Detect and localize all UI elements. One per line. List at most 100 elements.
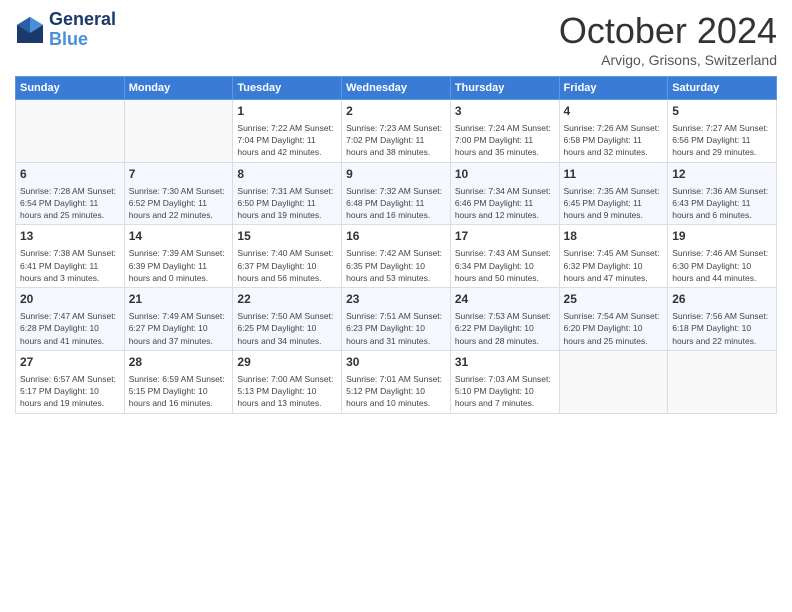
calendar-day-cell: 29 Sunrise: 7:00 AM Sunset: 5:13 PM Dayli… [233,350,342,413]
day-number: 18 [564,228,664,245]
calendar-week-row: 13Sunrise: 7:38 AM Sunset: 6:41 PM Dayli… [16,225,777,288]
calendar-day-cell: 31 Sunrise: 7:03 AM Sunset: 5:10 PM Dayli… [450,350,559,413]
day-detail: Sunrise: 7:23 AM Sunset: 7:02 PM Dayligh… [346,122,446,159]
day-detail: Sunrise: 7:54 AM Sunset: 6:20 PM Dayligh… [564,310,664,347]
logo: General Blue [15,10,116,50]
calendar-day-cell: 17 Sunrise: 7:43 AM Sunset: 6:34 PM Dayli… [450,225,559,288]
day-number: 21 [129,291,229,308]
day-detail: Sunrise: 7:49 AM Sunset: 6:27 PM Dayligh… [129,310,229,347]
weekday-header: Monday [124,77,233,100]
calendar-day-cell: 11 Sunrise: 7:35 AM Sunset: 6:45 PM Dayli… [559,162,668,225]
calendar-day-cell [16,100,125,163]
day-number: 19 [672,228,772,245]
calendar-day-cell: 18 Sunrise: 7:45 AM Sunset: 6:32 PM Dayli… [559,225,668,288]
day-detail: Sunrise: 7:26 AM Sunset: 6:58 PM Dayligh… [564,122,664,159]
day-number: 28 [129,354,229,371]
weekday-header: Wednesday [342,77,451,100]
day-number: 15 [237,228,337,245]
weekday-header: Sunday [16,77,125,100]
page-container: General Blue October 2024 Arvigo, Grison… [0,0,792,424]
day-number: 1 [237,103,337,120]
day-detail: Sunrise: 7:35 AM Sunset: 6:45 PM Dayligh… [564,185,664,222]
day-number: 6 [20,166,120,183]
day-detail: Sunrise: 7:32 AM Sunset: 6:48 PM Dayligh… [346,185,446,222]
calendar-table: SundayMondayTuesdayWednesdayThursdayFrid… [15,76,777,414]
day-detail: Sunrise: 7:50 AM Sunset: 6:25 PM Dayligh… [237,310,337,347]
day-number: 17 [455,228,555,245]
day-detail: Sunrise: 7:24 AM Sunset: 7:00 PM Dayligh… [455,122,555,159]
day-number: 30 [346,354,446,371]
day-number: 22 [237,291,337,308]
day-number: 24 [455,291,555,308]
day-number: 7 [129,166,229,183]
calendar-day-cell: 3 Sunrise: 7:24 AM Sunset: 7:00 PM Daylig… [450,100,559,163]
calendar-day-cell: 19Sunrise: 7:46 AM Sunset: 6:30 PM Dayli… [668,225,777,288]
day-detail: Sunrise: 7:42 AM Sunset: 6:35 PM Dayligh… [346,247,446,284]
calendar-day-cell: 13Sunrise: 7:38 AM Sunset: 6:41 PM Dayli… [16,225,125,288]
calendar-day-cell: 8Sunrise: 7:31 AM Sunset: 6:50 PM Daylig… [233,162,342,225]
day-detail: Sunrise: 6:57 AM Sunset: 5:17 PM Dayligh… [20,373,120,410]
day-detail: Sunrise: 6:59 AM Sunset: 5:15 PM Dayligh… [129,373,229,410]
day-number: 8 [237,166,337,183]
calendar-day-cell: 10Sunrise: 7:34 AM Sunset: 6:46 PM Dayli… [450,162,559,225]
day-detail: Sunrise: 7:39 AM Sunset: 6:39 PM Dayligh… [129,247,229,284]
day-number: 16 [346,228,446,245]
page-header: General Blue October 2024 Arvigo, Grison… [15,10,777,68]
day-detail: Sunrise: 7:43 AM Sunset: 6:34 PM Dayligh… [455,247,555,284]
calendar-day-cell: 12Sunrise: 7:36 AM Sunset: 6:43 PM Dayli… [668,162,777,225]
day-number: 3 [455,103,555,120]
month-title: October 2024 [559,10,777,52]
calendar-day-cell: 6 Sunrise: 7:28 AM Sunset: 6:54 PM Daylig… [16,162,125,225]
day-number: 20 [20,291,120,308]
calendar-day-cell: 2 Sunrise: 7:23 AM Sunset: 7:02 PM Daylig… [342,100,451,163]
day-detail: Sunrise: 7:53 AM Sunset: 6:22 PM Dayligh… [455,310,555,347]
calendar-week-row: 6 Sunrise: 7:28 AM Sunset: 6:54 PM Daylig… [16,162,777,225]
day-detail: Sunrise: 7:45 AM Sunset: 6:32 PM Dayligh… [564,247,664,284]
day-detail: Sunrise: 7:03 AM Sunset: 5:10 PM Dayligh… [455,373,555,410]
logo-text: General Blue [49,10,116,50]
calendar-day-cell: 20 Sunrise: 7:47 AM Sunset: 6:28 PM Dayli… [16,288,125,351]
calendar-header-row: SundayMondayTuesdayWednesdayThursdayFrid… [16,77,777,100]
day-number: 11 [564,166,664,183]
calendar-day-cell: 25 Sunrise: 7:54 AM Sunset: 6:20 PM Dayli… [559,288,668,351]
calendar-day-cell [668,350,777,413]
calendar-day-cell: 27 Sunrise: 6:57 AM Sunset: 5:17 PM Dayli… [16,350,125,413]
calendar-day-cell: 1 Sunrise: 7:22 AM Sunset: 7:04 PM Daylig… [233,100,342,163]
calendar-day-cell: 30 Sunrise: 7:01 AM Sunset: 5:12 PM Dayli… [342,350,451,413]
day-number: 4 [564,103,664,120]
day-detail: Sunrise: 7:51 AM Sunset: 6:23 PM Dayligh… [346,310,446,347]
weekday-header: Saturday [668,77,777,100]
calendar-day-cell: 7 Sunrise: 7:30 AM Sunset: 6:52 PM Daylig… [124,162,233,225]
calendar-day-cell: 15 Sunrise: 7:40 AM Sunset: 6:37 PM Dayli… [233,225,342,288]
calendar-day-cell: 21 Sunrise: 7:49 AM Sunset: 6:27 PM Dayli… [124,288,233,351]
day-number: 13 [20,228,120,245]
day-number: 26 [672,291,772,308]
day-number: 31 [455,354,555,371]
day-number: 12 [672,166,772,183]
calendar-day-cell: 5Sunrise: 7:27 AM Sunset: 6:56 PM Daylig… [668,100,777,163]
day-number: 10 [455,166,555,183]
day-detail: Sunrise: 7:01 AM Sunset: 5:12 PM Dayligh… [346,373,446,410]
calendar-day-cell: 26 Sunrise: 7:56 AM Sunset: 6:18 PM Dayli… [668,288,777,351]
day-number: 14 [129,228,229,245]
calendar-day-cell [124,100,233,163]
calendar-week-row: 27 Sunrise: 6:57 AM Sunset: 5:17 PM Dayli… [16,350,777,413]
day-detail: Sunrise: 7:00 AM Sunset: 5:13 PM Dayligh… [237,373,337,410]
weekday-header: Tuesday [233,77,342,100]
calendar-day-cell: 24 Sunrise: 7:53 AM Sunset: 6:22 PM Dayli… [450,288,559,351]
calendar-day-cell: 14 Sunrise: 7:39 AM Sunset: 6:39 PM Dayli… [124,225,233,288]
day-detail: Sunrise: 7:22 AM Sunset: 7:04 PM Dayligh… [237,122,337,159]
day-number: 29 [237,354,337,371]
day-number: 2 [346,103,446,120]
day-detail: Sunrise: 7:28 AM Sunset: 6:54 PM Dayligh… [20,185,120,222]
location: Arvigo, Grisons, Switzerland [559,52,777,68]
day-detail: Sunrise: 7:56 AM Sunset: 6:18 PM Dayligh… [672,310,772,347]
day-detail: Sunrise: 7:30 AM Sunset: 6:52 PM Dayligh… [129,185,229,222]
calendar-day-cell: 9 Sunrise: 7:32 AM Sunset: 6:48 PM Daylig… [342,162,451,225]
day-number: 27 [20,354,120,371]
day-number: 25 [564,291,664,308]
day-detail: Sunrise: 7:47 AM Sunset: 6:28 PM Dayligh… [20,310,120,347]
calendar-day-cell: 23Sunrise: 7:51 AM Sunset: 6:23 PM Dayli… [342,288,451,351]
day-number: 9 [346,166,446,183]
day-detail: Sunrise: 7:40 AM Sunset: 6:37 PM Dayligh… [237,247,337,284]
